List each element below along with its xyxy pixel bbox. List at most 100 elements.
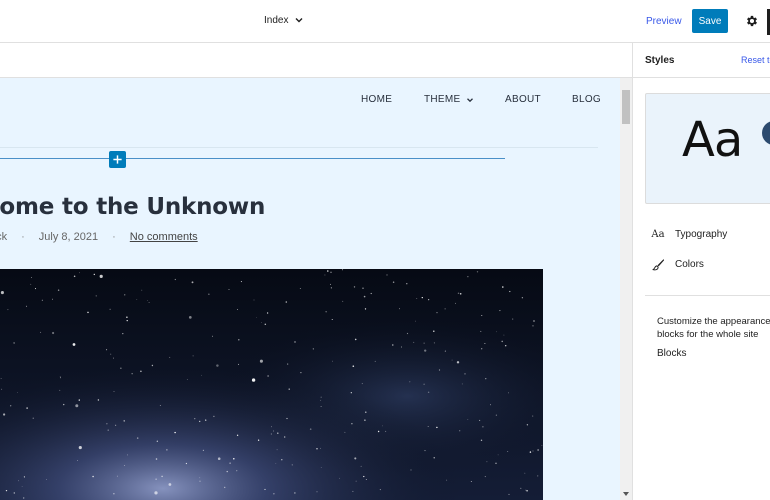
editor-canvas[interactable]: HOME THEME ABOUT BLOG come to the Unknow… bbox=[0, 78, 620, 500]
save-button[interactable]: Save bbox=[692, 9, 728, 33]
star bbox=[191, 281, 194, 284]
star bbox=[30, 283, 32, 285]
star bbox=[52, 298, 54, 300]
post-author[interactable]: ock bbox=[0, 231, 7, 243]
star bbox=[365, 411, 367, 413]
star bbox=[484, 476, 486, 478]
star bbox=[155, 478, 157, 480]
star bbox=[79, 272, 80, 274]
star bbox=[451, 359, 453, 361]
star bbox=[141, 289, 143, 291]
star bbox=[199, 477, 201, 479]
star bbox=[256, 317, 257, 318]
star bbox=[294, 492, 296, 494]
star bbox=[459, 430, 461, 432]
sidebar-header: Styles Reset to bbox=[633, 43, 770, 78]
document-title-dropdown[interactable]: Index bbox=[264, 14, 305, 26]
star bbox=[365, 478, 367, 480]
star bbox=[202, 449, 205, 452]
star bbox=[238, 363, 240, 365]
star bbox=[13, 342, 15, 344]
star bbox=[481, 348, 483, 350]
star bbox=[406, 283, 408, 285]
star bbox=[270, 433, 272, 435]
star bbox=[316, 491, 318, 493]
star bbox=[502, 286, 504, 288]
star bbox=[386, 274, 388, 276]
star bbox=[424, 450, 426, 452]
sidebar-item-colors[interactable]: Colors bbox=[651, 258, 704, 271]
canvas-scrollbar[interactable] bbox=[620, 78, 632, 500]
star bbox=[410, 469, 412, 471]
navigation-block[interactable]: HOME THEME ABOUT BLOG bbox=[0, 94, 620, 108]
post-title[interactable]: come to the Unknown bbox=[0, 194, 265, 220]
star bbox=[503, 334, 505, 336]
sidebar-description: Customize the appearance of blocks for t… bbox=[657, 316, 770, 340]
star bbox=[7, 309, 9, 311]
post-date[interactable]: July 8, 2021 bbox=[39, 231, 98, 243]
star bbox=[309, 428, 312, 430]
star bbox=[77, 460, 78, 461]
nav-item-about[interactable]: ABOUT bbox=[505, 94, 541, 105]
post-comments-link[interactable]: No comments bbox=[130, 231, 198, 243]
star bbox=[480, 439, 483, 441]
star bbox=[470, 480, 472, 482]
star bbox=[480, 330, 482, 332]
style-preview-text: Aa bbox=[682, 112, 743, 168]
star bbox=[362, 287, 364, 289]
star bbox=[342, 269, 343, 271]
sidebar-item-blocks[interactable]: Blocks bbox=[657, 348, 686, 359]
star bbox=[264, 323, 267, 326]
star bbox=[205, 419, 207, 421]
star bbox=[344, 431, 346, 433]
gear-icon bbox=[747, 15, 757, 27]
star bbox=[213, 415, 215, 418]
star bbox=[520, 487, 522, 489]
star bbox=[72, 343, 76, 346]
star bbox=[147, 300, 148, 301]
chevron-down-icon bbox=[295, 18, 303, 23]
star bbox=[236, 470, 238, 472]
star bbox=[285, 301, 288, 303]
star bbox=[529, 451, 532, 453]
star bbox=[275, 462, 277, 464]
star bbox=[413, 341, 415, 343]
preview-button[interactable]: Preview bbox=[640, 12, 688, 32]
featured-image[interactable] bbox=[0, 269, 543, 500]
star bbox=[18, 480, 20, 482]
meta-separator: · bbox=[112, 231, 116, 243]
star bbox=[364, 419, 366, 421]
star bbox=[233, 458, 235, 460]
star bbox=[401, 346, 402, 348]
star bbox=[5, 489, 8, 492]
star bbox=[355, 480, 357, 482]
nav-item-theme[interactable]: THEME bbox=[424, 94, 475, 105]
nav-item-blog[interactable]: BLOG bbox=[572, 94, 601, 105]
star bbox=[537, 449, 539, 451]
meta-separator: · bbox=[21, 231, 25, 243]
sidebar-item-typography[interactable]: Aa Typography bbox=[651, 229, 727, 240]
typography-icon: Aa bbox=[651, 229, 665, 240]
star bbox=[212, 335, 214, 337]
block-inserter-button[interactable] bbox=[109, 151, 126, 168]
reset-button[interactable]: Reset to bbox=[741, 55, 770, 65]
star bbox=[17, 392, 18, 393]
star bbox=[532, 450, 534, 452]
star bbox=[201, 374, 203, 376]
star bbox=[444, 308, 446, 310]
star bbox=[352, 365, 355, 367]
scrollbar-thumb[interactable] bbox=[622, 90, 630, 124]
star bbox=[424, 349, 427, 352]
settings-button[interactable] bbox=[743, 12, 761, 30]
star bbox=[154, 491, 158, 495]
nav-item-home[interactable]: HOME bbox=[361, 94, 392, 105]
star bbox=[495, 462, 497, 464]
star bbox=[31, 276, 33, 278]
star bbox=[277, 432, 279, 434]
star bbox=[364, 308, 367, 310]
star bbox=[124, 294, 126, 296]
star bbox=[126, 316, 128, 319]
star bbox=[1, 388, 3, 390]
star bbox=[136, 299, 138, 301]
scroll-down-icon[interactable] bbox=[623, 492, 629, 496]
